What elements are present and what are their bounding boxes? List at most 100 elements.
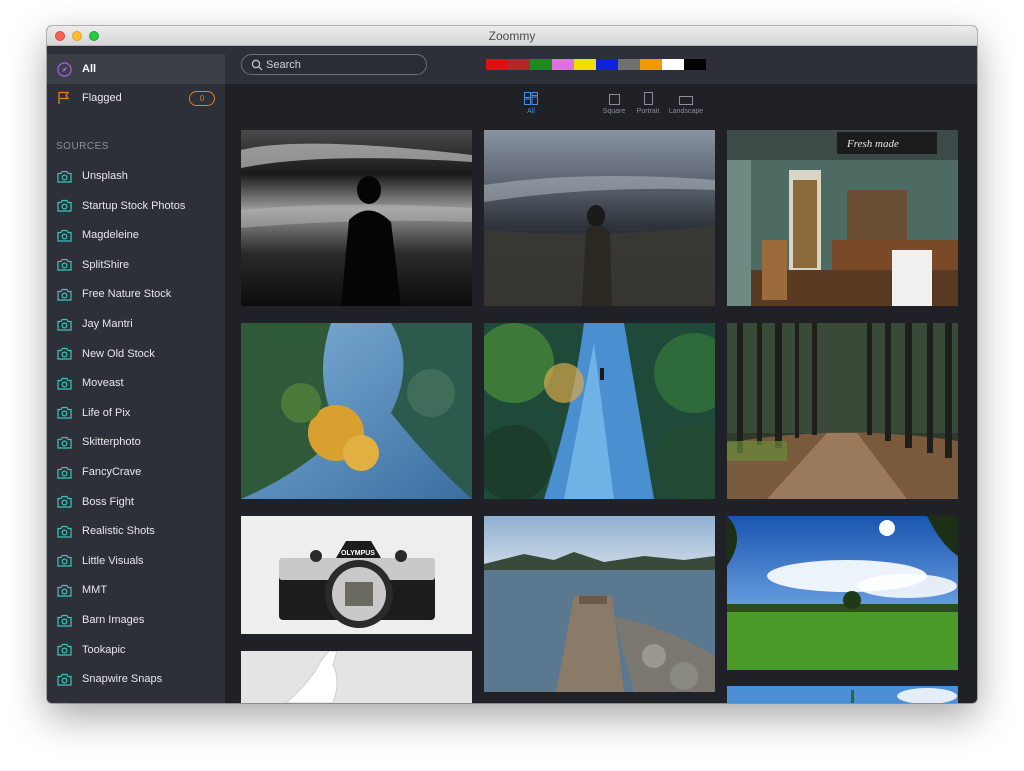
landscape-icon	[679, 96, 693, 105]
sidebar-source-item[interactable]: Tookapic	[47, 635, 225, 665]
color-swatch[interactable]	[508, 59, 530, 70]
camera-icon	[56, 434, 72, 450]
camera-icon	[56, 642, 72, 658]
sidebar-source-item[interactable]: Public Domain Archive	[47, 694, 225, 704]
orientation-filter-bar: All Square Portrait Landscape	[225, 84, 977, 124]
color-swatch[interactable]	[552, 59, 574, 70]
camera-icon	[56, 582, 72, 598]
sidebar-source-item[interactable]: Free Nature Stock	[47, 279, 225, 309]
sidebar-source-item[interactable]: Realistic Shots	[47, 516, 225, 546]
sidebar-source-item[interactable]: Little Visuals	[47, 546, 225, 576]
sidebar-item-label: Boss Fight	[82, 495, 134, 508]
sidebar-source-item[interactable]: Moveast	[47, 368, 225, 398]
filter-landscape[interactable]: Landscape	[666, 91, 706, 115]
sidebar-item-label: Startup Stock Photos	[82, 199, 186, 212]
sidebar-source-item[interactable]: FancyCrave	[47, 457, 225, 487]
filter-all[interactable]: All	[521, 91, 541, 115]
color-swatch[interactable]	[574, 59, 596, 70]
camera-icon	[56, 257, 72, 273]
color-filter-bar	[486, 59, 706, 70]
sidebar-item-label: MMT	[82, 584, 108, 597]
sidebar-item-label: Magdeleine	[82, 229, 139, 242]
camera-icon	[56, 671, 72, 687]
photo-blue-sky-partial[interactable]	[727, 686, 958, 703]
sidebar-source-item[interactable]: New Old Stock	[47, 339, 225, 369]
camera-icon	[56, 198, 72, 214]
sidebar-item-label: Realistic Shots	[82, 525, 155, 538]
svg-text:Fresh made: Fresh made	[846, 138, 899, 150]
color-swatch[interactable]	[618, 59, 640, 70]
sidebar-item-label: Free Nature Stock	[82, 288, 172, 301]
sidebar-source-item[interactable]: Barn Images	[47, 605, 225, 635]
camera-icon	[56, 168, 72, 184]
sidebar-item-label: SplitShire	[82, 258, 130, 271]
sidebar-item-label: Unsplash	[82, 170, 128, 182]
camera-icon	[56, 612, 72, 628]
sidebar-source-item[interactable]: Magdeleine	[47, 220, 225, 250]
sidebar-item-label: Tookapic	[82, 643, 126, 656]
sidebar-source-item[interactable]: MMT	[47, 575, 225, 605]
sidebar-source-item[interactable]: Boss Fight	[47, 487, 225, 517]
filter-label: Portrait	[636, 108, 660, 115]
main-content: All Square Portrait Landscape	[225, 46, 977, 703]
portrait-icon	[643, 92, 653, 105]
sidebar-item-label: Little Visuals	[82, 554, 144, 567]
camera-icon	[56, 286, 72, 302]
camera-icon	[56, 464, 72, 480]
sidebar-source-item[interactable]: Unsplash	[47, 161, 225, 191]
flagged-count-badge: 0	[189, 91, 215, 106]
photo-green-field-sun[interactable]	[727, 516, 958, 670]
photo-cafe-interior[interactable]: Fresh made	[727, 130, 958, 306]
color-swatch[interactable]	[486, 59, 508, 70]
camera-icon	[56, 346, 72, 362]
photo-wooden-pier-lake[interactable]	[484, 516, 715, 692]
camera-icon	[56, 316, 72, 332]
photo-bw-silhouette-sea[interactable]	[241, 130, 472, 306]
photo-olympus-camera[interactable]: OLYMPUS	[241, 516, 472, 634]
camera-icon	[56, 375, 72, 391]
camera-icon	[56, 523, 72, 539]
photo-woman-at-shore[interactable]	[484, 130, 715, 306]
color-swatch[interactable]	[662, 59, 684, 70]
sidebar-item-label: Barn Images	[82, 614, 145, 626]
photo-white-glove[interactable]	[241, 651, 472, 703]
sidebar-source-item[interactable]: Snapwire Snaps	[47, 664, 225, 694]
sidebar-source-item[interactable]: Life of Pix	[47, 398, 225, 428]
sidebar-item-label: FancyCrave	[82, 466, 142, 478]
square-icon	[608, 94, 620, 105]
sidebar-item-label: Moveast	[82, 377, 124, 390]
sidebar-source-item[interactable]: Jay Mantri	[47, 309, 225, 339]
sidebar-item-label: Jay Mantri	[82, 318, 133, 330]
app-window: Zoommy All Flagged 0 SOURCES Unsplash Sta…	[47, 26, 977, 703]
svg-text:OLYMPUS: OLYMPUS	[341, 550, 375, 557]
color-swatch[interactable]	[596, 59, 618, 70]
photo-tree-reflection[interactable]	[241, 323, 472, 499]
filter-square[interactable]: Square	[599, 91, 629, 115]
photo-river-reflection[interactable]	[484, 323, 715, 499]
camera-icon	[56, 553, 72, 569]
sidebar: All Flagged 0 SOURCES Unsplash Startup St…	[47, 46, 225, 703]
camera-icon	[56, 405, 72, 421]
title-bar[interactable]: Zoommy	[47, 26, 977, 46]
color-swatch[interactable]	[530, 59, 552, 70]
filter-label: Square	[602, 108, 626, 115]
sidebar-item-all[interactable]: All	[47, 54, 225, 84]
compass-icon	[56, 61, 72, 77]
window-title: Zoommy	[488, 29, 536, 43]
color-swatch[interactable]	[684, 59, 706, 70]
search-box[interactable]	[241, 54, 427, 75]
sidebar-source-item[interactable]: Startup Stock Photos	[47, 191, 225, 221]
sidebar-item-label: Flagged	[82, 92, 122, 104]
grid-icon	[524, 92, 538, 105]
sidebar-item-flagged[interactable]: Flagged 0	[47, 83, 225, 113]
sidebar-item-label: New Old Stock	[82, 347, 155, 360]
sidebar-source-item[interactable]: SplitShire	[47, 250, 225, 280]
sidebar-item-label: Life of Pix	[82, 406, 131, 419]
sidebar-item-label: Skitterphoto	[82, 436, 141, 449]
sidebar-source-item[interactable]: Skitterphoto	[47, 427, 225, 457]
photo-forest-path[interactable]	[727, 323, 958, 499]
color-swatch[interactable]	[640, 59, 662, 70]
search-input[interactable]	[266, 56, 416, 73]
filter-portrait[interactable]: Portrait	[633, 91, 663, 115]
filter-label: All	[527, 108, 535, 115]
